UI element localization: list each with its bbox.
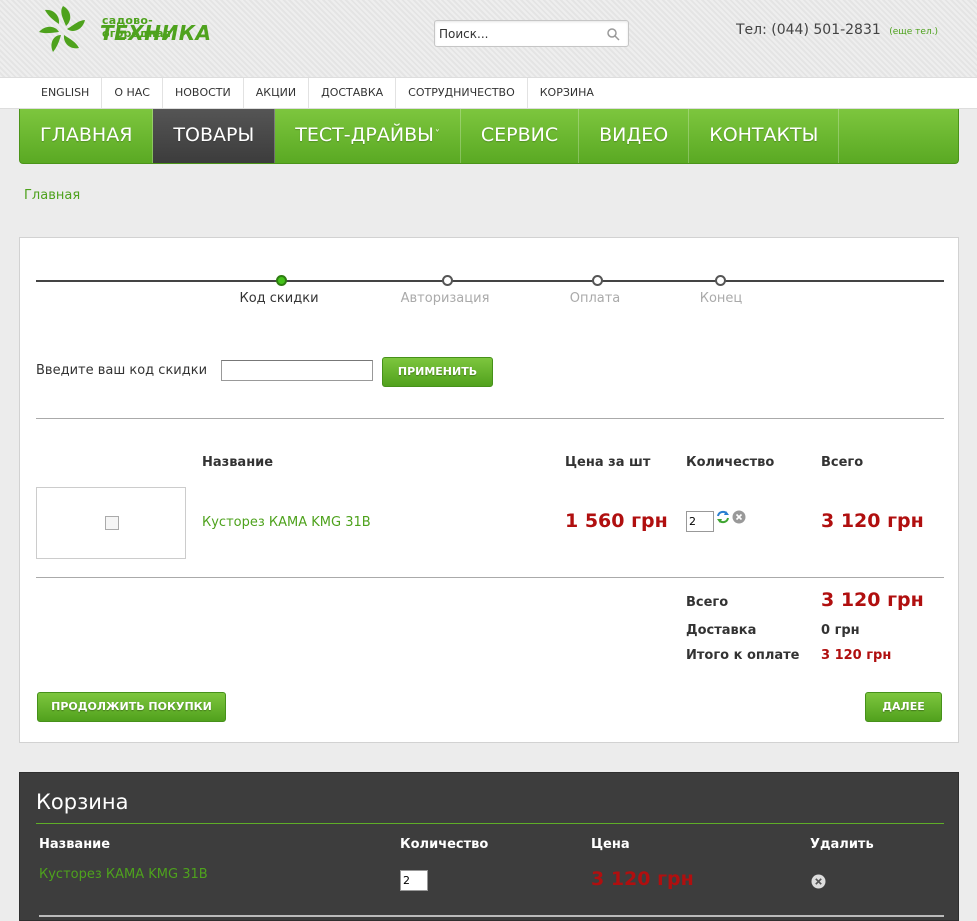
refresh-icon[interactable] xyxy=(716,510,730,524)
next-button[interactable]: ДАЛЕЕ xyxy=(865,692,942,722)
topnav-item-english[interactable]: ENGLISH xyxy=(29,78,103,108)
steps-progress-line xyxy=(36,280,944,282)
cart-column-name: Название xyxy=(39,837,111,852)
step-dot-auth xyxy=(442,275,453,286)
product-thumbnail[interactable] xyxy=(36,487,186,559)
column-header-unit-price: Цена за шт xyxy=(565,455,651,470)
column-header-total: Всего xyxy=(821,455,864,470)
cart-column-quantity: Количество xyxy=(400,837,489,852)
mainnav-item-service[interactable]: СЕРВИС xyxy=(461,109,580,163)
grand-total-label: Итого к оплате xyxy=(686,648,800,663)
remove-item-icon[interactable] xyxy=(811,874,826,889)
topnav-item-about[interactable]: О НАС xyxy=(102,78,163,108)
mainnav-item-contacts[interactable]: КОНТАКТЫ xyxy=(689,109,840,163)
line-total: 3 120 грн xyxy=(821,510,924,532)
checkout-panel: Код скидки Авторизация Оплата Конец Введ… xyxy=(19,237,959,743)
apply-discount-button[interactable]: ПРИМЕНИТЬ xyxy=(382,357,493,387)
summary-total-value: 3 120 грн xyxy=(821,589,924,611)
broken-image-icon xyxy=(105,516,119,530)
cart-widget: Корзина Название Количество Цена Удалить… xyxy=(19,772,959,921)
topnav-item-news[interactable]: НОВОСТИ xyxy=(163,78,244,108)
search-icon[interactable] xyxy=(606,27,620,41)
main-navigation: ГЛАВНАЯ ТОВАРЫ ТЕСТ-ДРАЙВЫ˅ СЕРВИС ВИДЕО… xyxy=(19,109,959,164)
search-box xyxy=(434,20,629,47)
cart-item-price: 3 120 грн xyxy=(591,868,694,890)
step-label-auth: Авторизация xyxy=(400,291,490,306)
topnav-item-promotions[interactable]: АКЦИИ xyxy=(244,78,310,108)
top-navigation: ENGLISH О НАС НОВОСТИ АКЦИИ ДОСТАВКА СОТ… xyxy=(0,77,977,109)
continue-shopping-button[interactable]: ПРОДОЛЖИТЬ ПОКУПКИ xyxy=(37,692,226,722)
mainnav-item-products[interactable]: ТОВАРЫ xyxy=(153,109,276,163)
column-header-quantity: Количество xyxy=(686,455,775,470)
mainnav-item-test-drives[interactable]: ТЕСТ-ДРАЙВЫ˅ xyxy=(275,109,461,163)
discount-code-input[interactable] xyxy=(221,360,373,381)
step-label-end: Конец xyxy=(699,291,743,306)
cart-product-link[interactable]: Кусторез КАМА KMG 31B xyxy=(39,867,208,882)
divider xyxy=(36,577,944,578)
divider xyxy=(39,915,944,917)
search-input[interactable] xyxy=(439,25,599,43)
step-dot-payment xyxy=(592,275,603,286)
product-name-link[interactable]: Кусторез КАМА KMG 31B xyxy=(202,515,371,530)
cart-column-remove: Удалить xyxy=(810,837,874,852)
topnav-item-cart[interactable]: КОРЗИНА xyxy=(528,78,606,108)
summary-total-label: Всего xyxy=(686,595,729,610)
column-header-name: Название xyxy=(202,455,274,470)
discount-code-label: Введите ваш код скидки xyxy=(36,363,208,378)
phone-info: Тел: (044) 501-2831 (еще тел.) xyxy=(736,22,938,38)
logo-title: ТЕХНИКА xyxy=(100,21,212,45)
topnav-item-cooperation[interactable]: СОТРУДНИЧЕСТВО xyxy=(396,78,528,108)
cart-column-price: Цена xyxy=(591,837,630,852)
topnav-item-delivery[interactable]: ДОСТАВКА xyxy=(309,78,397,108)
mainnav-item-home[interactable]: ГЛАВНАЯ xyxy=(20,109,154,163)
breadcrumb-home-link[interactable]: Главная xyxy=(24,188,80,203)
phone-number: Тел: (044) 501-2831 xyxy=(736,22,881,38)
cart-quantity-input[interactable] xyxy=(400,870,428,891)
step-dot-discount xyxy=(276,275,287,286)
unit-price: 1 560 грн xyxy=(565,510,668,532)
delivery-label: Доставка xyxy=(686,623,757,638)
step-label-payment: Оплата xyxy=(569,291,621,306)
divider xyxy=(36,823,944,824)
leaf-logo-icon xyxy=(39,6,85,52)
site-logo[interactable]: садово-огородная ТЕХНИКА xyxy=(33,2,213,58)
delivery-value: 0 грн xyxy=(821,623,860,638)
step-label-discount: Код скидки xyxy=(239,291,319,306)
mainnav-item-video[interactable]: ВИДЕО xyxy=(579,109,690,163)
remove-item-icon[interactable] xyxy=(732,510,746,524)
mainnav-test-drives-label: ТЕСТ-ДРАЙВЫ xyxy=(295,124,434,146)
cart-title: Корзина xyxy=(36,790,129,814)
more-phones-link[interactable]: (еще тел.) xyxy=(889,27,938,37)
grand-total-value: 3 120 грн xyxy=(821,648,892,663)
site-header: садово-огородная ТЕХНИКА Тел: (044) 501-… xyxy=(0,0,977,77)
step-dot-end xyxy=(715,275,726,286)
divider xyxy=(36,418,944,419)
quantity-input[interactable] xyxy=(686,511,714,532)
chevron-down-icon: ˅ xyxy=(434,129,440,140)
